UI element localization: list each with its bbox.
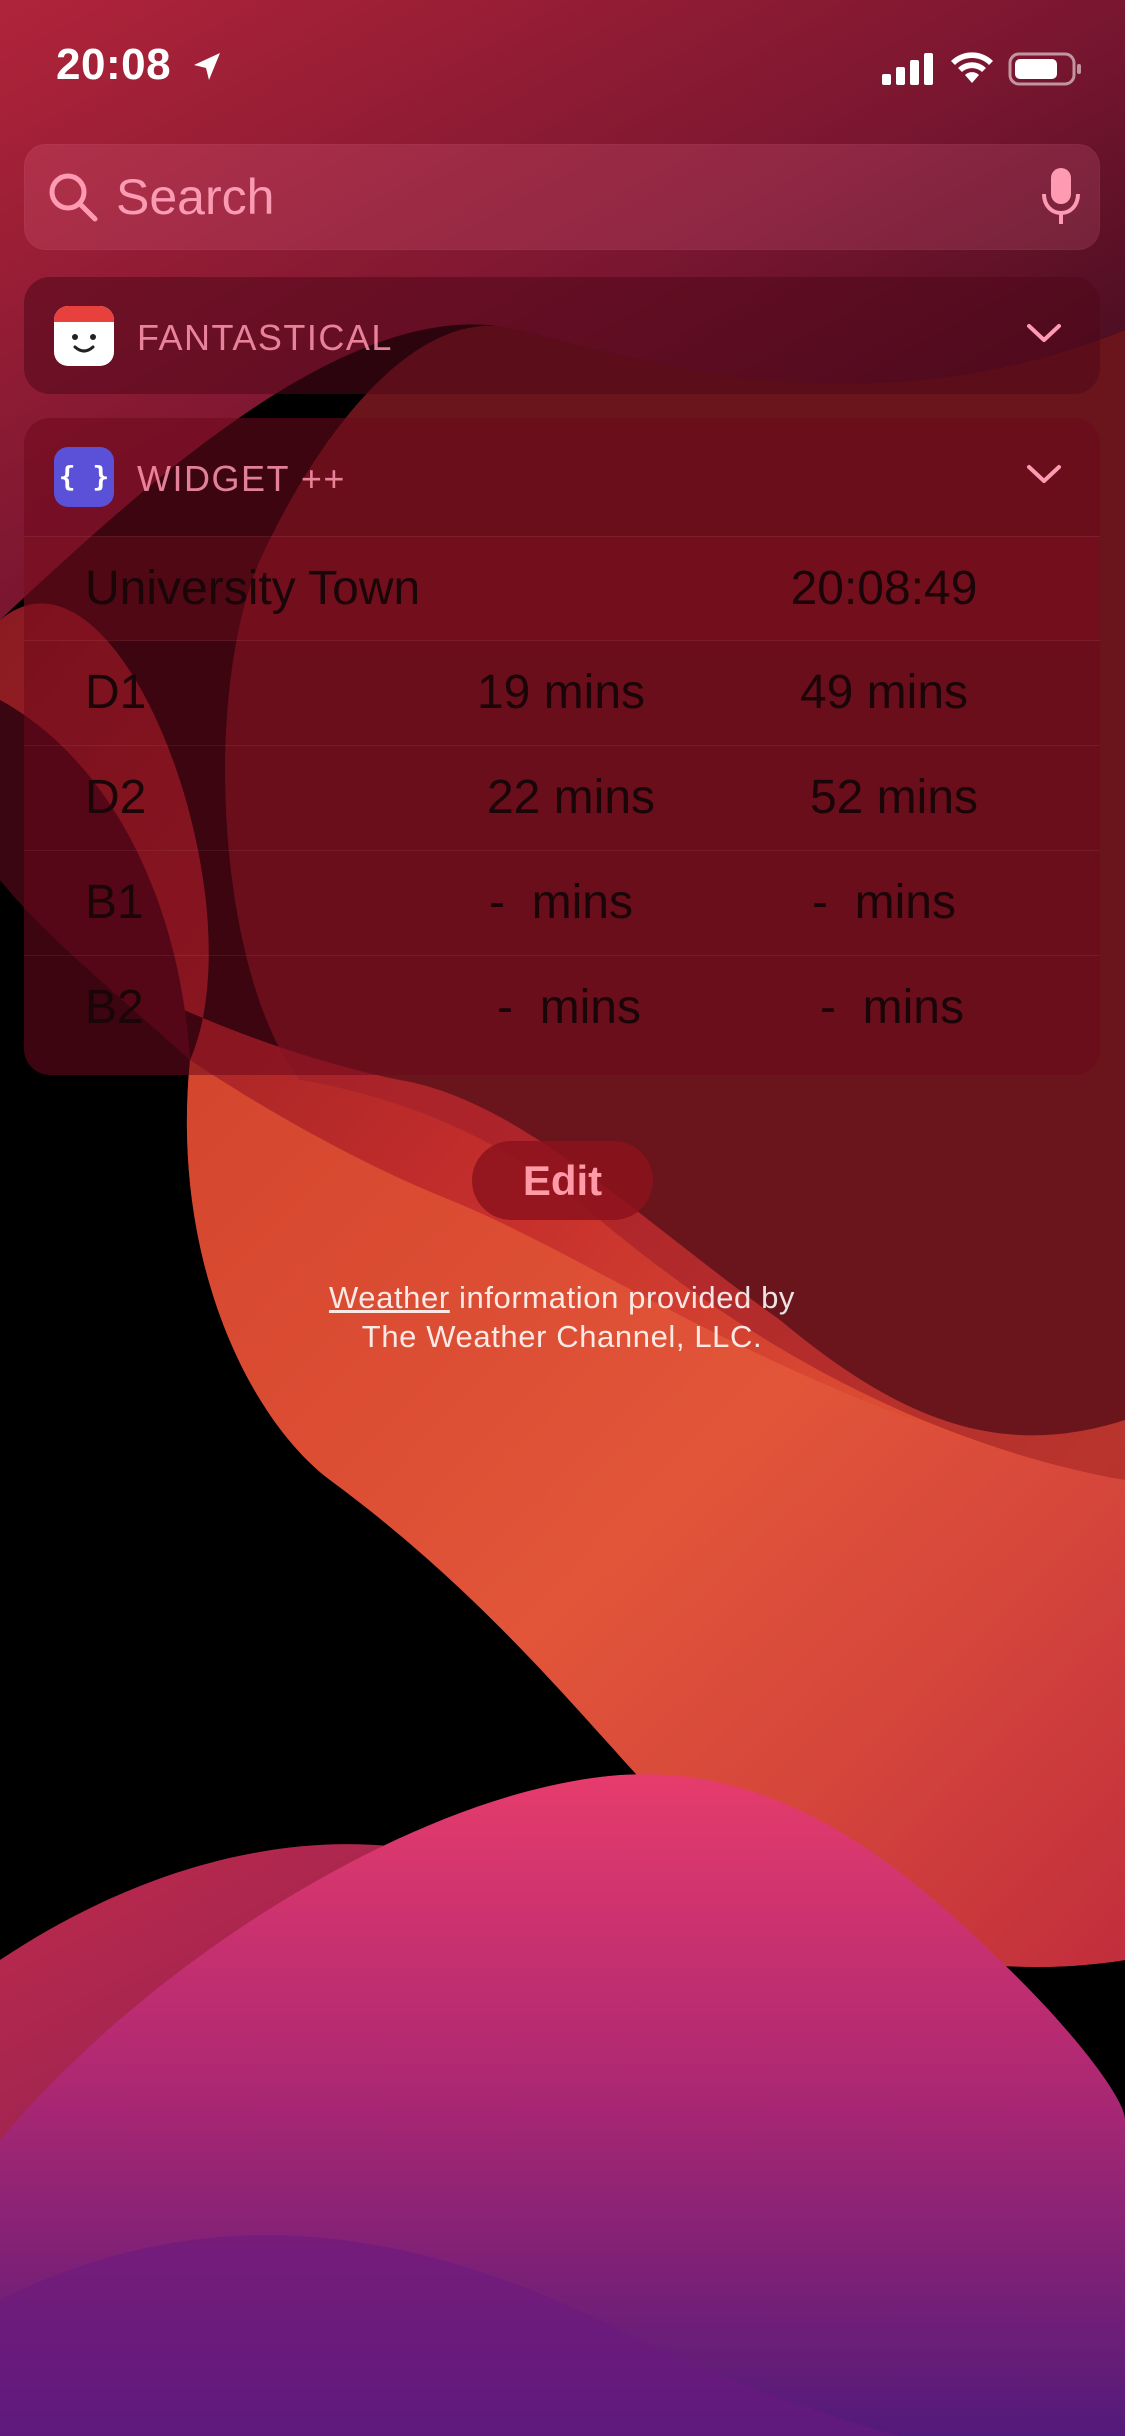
route-name: B2	[85, 981, 144, 1034]
next-arrival: 22 mins	[486, 771, 656, 824]
status-time: 20:08	[56, 40, 172, 89]
widget-title: FANTASTICAL	[137, 317, 393, 358]
location-row: University Town 20:08:49	[24, 536, 1100, 641]
weather-link[interactable]: Weather	[329, 1280, 450, 1315]
widgetpp-app-icon: { }	[54, 447, 114, 507]
widget-header[interactable]: FANTASTICAL	[24, 277, 1100, 394]
route-row: D1 19 mins 49 mins	[24, 640, 1100, 745]
edit-button[interactable]: Edit	[472, 1141, 653, 1220]
widget-fantastical: FANTASTICAL	[24, 277, 1100, 394]
attribution-line-1: Weather information provided by	[262, 1278, 862, 1317]
current-time: 20:08:49	[790, 562, 978, 615]
route-row: D2 22 mins 52 mins	[24, 745, 1100, 850]
widget-title: WIDGET ++	[137, 458, 346, 499]
next-arrival: 19 mins	[476, 666, 646, 719]
microphone-icon[interactable]	[1040, 166, 1082, 228]
widget-widgetpp: { } WIDGET ++ University Town 20:08:49 D…	[24, 418, 1100, 1075]
route-name: B1	[85, 876, 144, 929]
widget-header[interactable]: { } WIDGET ++	[24, 418, 1100, 536]
search-icon	[49, 173, 98, 222]
battery-icon	[1008, 52, 1081, 86]
search-field[interactable]: Search	[24, 144, 1100, 250]
next-arrival: - mins	[497, 981, 641, 1034]
following-arrival: 49 mins	[799, 666, 969, 719]
following-arrival: 52 mins	[809, 771, 979, 824]
location-name: University Town	[85, 562, 421, 615]
route-row: B1 - mins - mins	[24, 850, 1100, 955]
route-name: D2	[85, 771, 147, 824]
search-placeholder: Search	[116, 169, 275, 225]
fantastical-app-icon	[54, 306, 114, 366]
location-arrow-icon	[194, 53, 220, 80]
route-name: D1	[85, 666, 147, 719]
cellular-signal-icon	[882, 53, 933, 85]
route-row: B2 - mins - mins	[24, 955, 1100, 1060]
weather-attribution: Weather information provided by The Weat…	[262, 1278, 862, 1356]
today-view-screen: 20:08 Search FANTASTICAL {} WIDGET ++ U…	[0, 0, 1125, 2436]
next-arrival: - mins	[489, 876, 633, 929]
attribution-text: information provided by	[449, 1280, 796, 1315]
chevron-down-icon[interactable]	[1026, 321, 1062, 345]
status-bar: 20:08	[0, 0, 1125, 140]
chevron-down-icon[interactable]	[1026, 462, 1062, 486]
wifi-icon	[951, 52, 993, 83]
following-arrival: - mins	[820, 981, 964, 1034]
following-arrival: - mins	[812, 876, 956, 929]
attribution-line-2: The Weather Channel, LLC.	[361, 1319, 763, 1354]
